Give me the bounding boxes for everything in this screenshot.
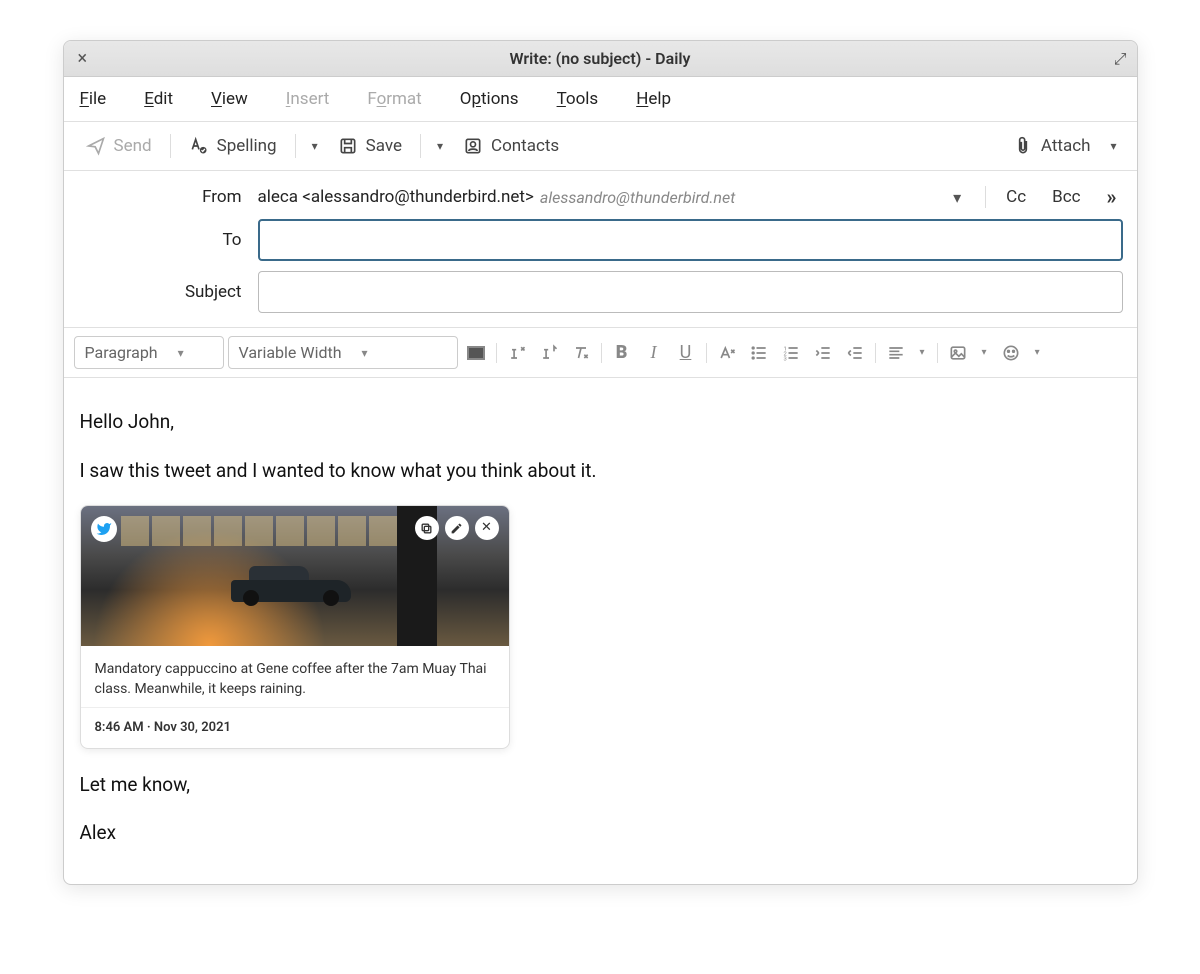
maximize-button[interactable]: ⤢: [1114, 49, 1127, 69]
titlebar: × Write: (no subject) - Daily ⤢: [64, 41, 1137, 77]
separator: [170, 134, 171, 158]
send-icon: [86, 136, 106, 156]
spelling-label: Spelling: [217, 136, 277, 156]
paragraph-label: Paragraph: [85, 343, 158, 362]
remove-style[interactable]: [713, 339, 741, 367]
indent[interactable]: [841, 339, 869, 367]
subject-input[interactable]: [258, 271, 1123, 313]
from-identity: alessandro@thunderbird.net: [540, 188, 735, 207]
menu-tools[interactable]: Tools: [557, 89, 599, 109]
body-line: Alex: [80, 819, 1121, 848]
menubar: File Edit View Insert Format Options Too…: [64, 77, 1137, 122]
align-dropdown[interactable]: ▾: [914, 347, 931, 358]
attach-dropdown[interactable]: ▾: [1104, 139, 1122, 153]
font-size-increase[interactable]: [535, 339, 563, 367]
contacts-icon: [463, 136, 483, 156]
separator: [875, 343, 876, 363]
menu-options[interactable]: Options: [460, 89, 519, 109]
bullet-list[interactable]: [745, 339, 773, 367]
image-dropdown[interactable]: ▾: [976, 347, 993, 358]
separator: [295, 134, 296, 158]
body-line: Let me know,: [80, 771, 1121, 800]
svg-text:3: 3: [783, 356, 786, 362]
font-select[interactable]: Variable Width ▾: [228, 336, 458, 369]
card-close-button[interactable]: ✕: [475, 516, 499, 540]
menu-insert: Insert: [286, 89, 330, 109]
attach-button[interactable]: Attach: [1005, 132, 1099, 160]
body-line: Hello John,: [80, 408, 1121, 437]
separator: [985, 186, 986, 208]
menu-edit[interactable]: Edit: [144, 89, 173, 109]
subject-row: Subject: [78, 271, 1123, 313]
bold-button[interactable]: B: [608, 339, 636, 367]
numbered-list[interactable]: 123: [777, 339, 805, 367]
from-label: From: [78, 187, 258, 207]
insert-image[interactable]: [944, 339, 972, 367]
twitter-icon: [91, 516, 117, 542]
headers-area: From aleca <alessandro@thunderbird.net> …: [64, 171, 1137, 327]
spelling-dropdown[interactable]: ▾: [306, 139, 324, 153]
align-button[interactable]: [882, 339, 910, 367]
save-dropdown[interactable]: ▾: [431, 139, 449, 153]
card-image: ✕: [81, 506, 509, 646]
cc-button[interactable]: Cc: [1000, 187, 1032, 207]
menu-file[interactable]: File: [80, 89, 107, 109]
bcc-button[interactable]: Bcc: [1046, 187, 1086, 207]
send-label: Send: [114, 136, 152, 156]
menu-help[interactable]: Help: [636, 89, 671, 109]
compose-window: × Write: (no subject) - Daily ⤢ File Edi…: [63, 40, 1138, 885]
toolbar: Send Spelling ▾ Save ▾ Contacts Attach ▾: [64, 122, 1137, 171]
card-toggle-button[interactable]: [415, 516, 439, 540]
separator: [601, 343, 602, 363]
to-input[interactable]: [258, 219, 1123, 261]
card-actions: ✕: [415, 516, 499, 540]
attach-label: Attach: [1041, 136, 1091, 156]
format-toolbar: Paragraph ▾ Variable Width ▾ B I U 123 ▾…: [64, 327, 1137, 378]
emoji-button[interactable]: [997, 339, 1025, 367]
building-decor: [121, 516, 429, 546]
clear-format[interactable]: [567, 339, 595, 367]
close-button[interactable]: ×: [74, 48, 92, 69]
card-timestamp: 8:46 AM · Nov 30, 2021: [81, 708, 509, 748]
body-line: I saw this tweet and I wanted to know wh…: [80, 457, 1121, 486]
separator: [706, 343, 707, 363]
attach-icon: [1013, 136, 1033, 156]
spelling-icon: [189, 136, 209, 156]
contacts-label: Contacts: [491, 136, 559, 156]
font-size-decrease[interactable]: [503, 339, 531, 367]
save-icon: [338, 136, 358, 156]
separator: [420, 134, 421, 158]
card-text: Mandatory cappuccino at Gene coffee afte…: [81, 646, 509, 708]
menu-view[interactable]: View: [211, 89, 248, 109]
color-button[interactable]: [462, 339, 490, 367]
save-button[interactable]: Save: [330, 132, 410, 160]
to-row: To: [78, 219, 1123, 261]
subject-label: Subject: [78, 282, 258, 302]
contacts-button[interactable]: Contacts: [455, 132, 567, 160]
outdent[interactable]: [809, 339, 837, 367]
more-recipients-button[interactable]: »: [1101, 185, 1123, 209]
spelling-button[interactable]: Spelling: [181, 132, 285, 160]
separator: [937, 343, 938, 363]
to-label: To: [78, 230, 258, 250]
from-dropdown[interactable]: ▾: [953, 188, 961, 207]
message-body[interactable]: Hello John, I saw this tweet and I wante…: [64, 378, 1137, 884]
paragraph-select[interactable]: Paragraph ▾: [74, 336, 224, 369]
menu-format: Format: [367, 89, 421, 109]
emoji-dropdown[interactable]: ▾: [1029, 347, 1046, 358]
chevron-down-icon: ▾: [362, 346, 368, 360]
underline-button[interactable]: U: [672, 339, 700, 367]
from-value: aleca <alessandro@thunderbird.net>: [258, 187, 534, 207]
card-edit-button[interactable]: [445, 516, 469, 540]
link-preview-card: ✕ Mandatory cappuccino at Gene coffee af…: [80, 505, 510, 749]
italic-button[interactable]: I: [640, 339, 668, 367]
save-label: Save: [366, 136, 402, 156]
chevron-down-icon: ▾: [178, 346, 184, 360]
send-button: Send: [78, 132, 160, 160]
car-decor: [231, 562, 351, 602]
from-row: From aleca <alessandro@thunderbird.net> …: [78, 185, 1123, 209]
window-title: Write: (no subject) - Daily: [64, 49, 1137, 68]
separator: [496, 343, 497, 363]
font-label: Variable Width: [239, 343, 342, 362]
